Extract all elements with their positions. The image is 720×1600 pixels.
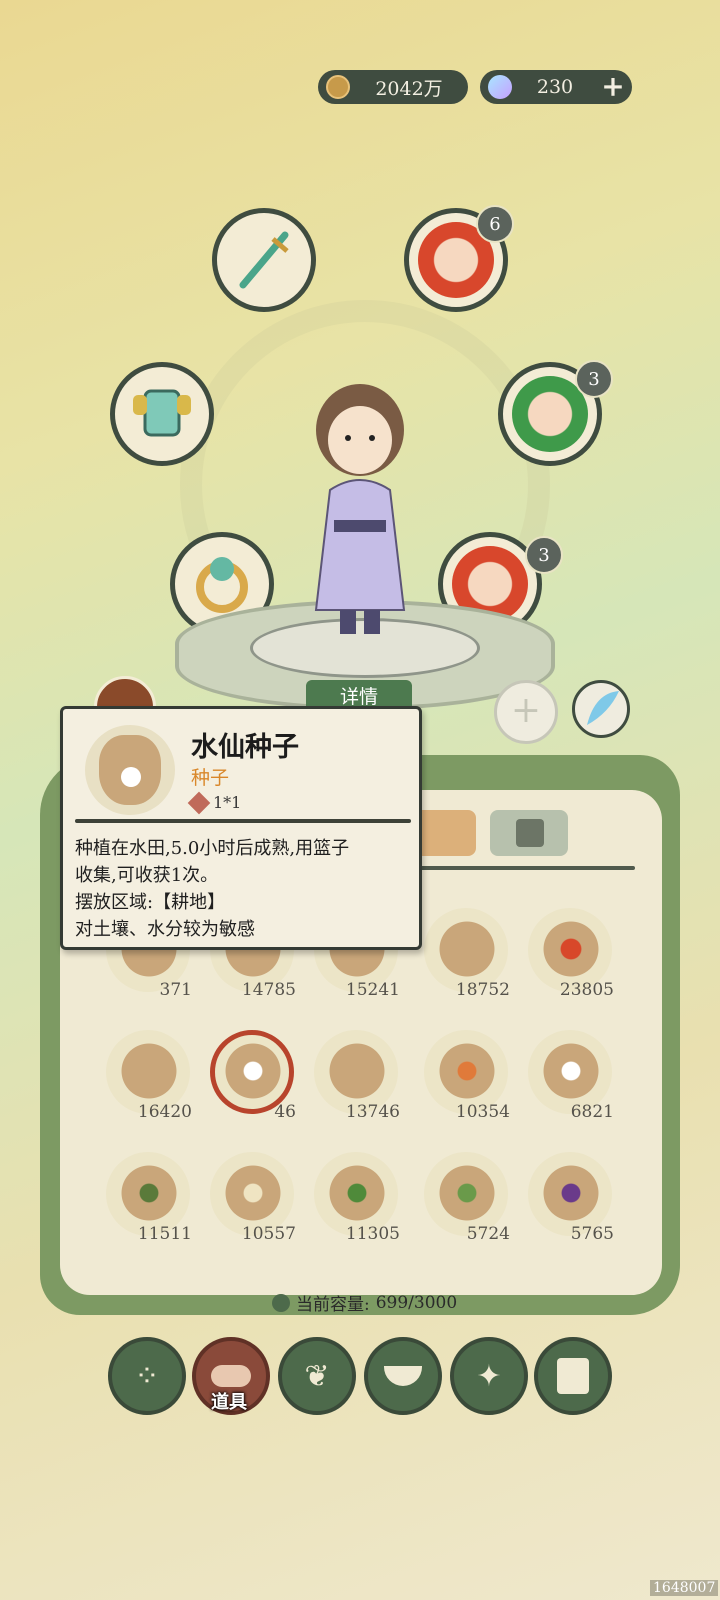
nav-shape-button[interactable]: ✦ <box>450 1337 528 1415</box>
narcissus-seed-large-icon <box>85 725 175 815</box>
item-count: 10354 <box>455 1102 510 1122</box>
eggplant-seed-icon <box>536 1158 606 1228</box>
leaf-icon: ❦ <box>304 1358 330 1394</box>
tooltip-description: 种植在水田,5.0小时后成熟,用篮子 收集,可收获1次。 摆放区域:【耕地】 对… <box>75 835 420 943</box>
capacity-label: 当前容量: <box>296 1295 370 1315</box>
inventory-item[interactable]: 18752 <box>414 900 510 1000</box>
inventory-item-selected[interactable]: 46 <box>200 1022 296 1122</box>
capacity-icon <box>272 1293 290 1312</box>
item-count: 14785 <box>241 980 296 1000</box>
item-count: 371 <box>159 980 192 1000</box>
sword-icon <box>239 231 289 289</box>
inventory-item[interactable]: 10557 <box>200 1144 296 1244</box>
carrot-seed-icon <box>432 1036 502 1106</box>
player-character[interactable] <box>300 380 420 640</box>
tooltip-size: 1*1 <box>213 793 242 812</box>
gem-pill[interactable]: 230 + <box>480 70 632 104</box>
weapon-slot[interactable] <box>212 208 316 312</box>
desc-line: 摆放区域:【耕地】 <box>75 892 226 913</box>
onion-seed-icon <box>322 1036 392 1106</box>
item-count: 46 <box>274 1102 296 1122</box>
gem-icon <box>488 75 512 99</box>
item-count: 13746 <box>345 1102 400 1122</box>
item-count: 18752 <box>455 980 510 1000</box>
grain-seed-icon <box>218 1158 288 1228</box>
inventory-item[interactable]: 16420 <box>96 1022 192 1122</box>
item-count: 16420 <box>137 1102 192 1122</box>
add-gem-button[interactable]: + <box>598 72 628 102</box>
gem-amount: 230 <box>536 76 574 98</box>
nav-scroll-button[interactable] <box>534 1337 612 1415</box>
feather-button[interactable] <box>572 680 630 738</box>
companion-2-badge: 3 <box>575 360 613 398</box>
item-count: 11511 <box>137 1224 192 1244</box>
inventory-item[interactable]: 6821 <box>518 1022 614 1122</box>
tooltip-title: 水仙种子 <box>191 732 299 763</box>
desc-line: 种植在水田,5.0小时后成熟,用篮子 <box>75 838 350 859</box>
tooltip-divider <box>75 819 411 823</box>
cauliflower-seed-icon <box>536 1036 606 1106</box>
herb-seed-icon <box>114 1158 184 1228</box>
capacity-value: 699/3000 <box>375 1292 458 1313</box>
scroll-icon <box>557 1358 589 1394</box>
item-count: 10557 <box>241 1224 296 1244</box>
inventory-item[interactable]: 13746 <box>304 1022 400 1122</box>
item-tooltip: 水仙种子 种子 1*1 种植在水田,5.0小时后成熟,用篮子 收集,可收获1次。… <box>60 706 422 950</box>
mushroom-seed-icon <box>432 914 502 984</box>
item-count: 5724 <box>466 1224 510 1244</box>
companion-3-badge: 3 <box>525 536 563 574</box>
desc-line: 收集,可收获1次。 <box>75 865 219 886</box>
armor-slot[interactable] <box>110 362 214 466</box>
inventory-item[interactable]: 11305 <box>304 1144 400 1244</box>
leaf-seed-icon <box>322 1158 392 1228</box>
armor-icon <box>133 389 191 437</box>
inventory-item[interactable]: 11511 <box>96 1144 192 1244</box>
inventory-item[interactable]: 23805 <box>518 900 614 1000</box>
nav-items-label: 道具 <box>211 1392 247 1413</box>
capacity-display: 当前容量: 699/3000 <box>272 1290 457 1315</box>
seed-bag-icon <box>114 1036 184 1106</box>
grid-icon: ⁘ <box>134 1358 160 1394</box>
sprout-seed-icon <box>432 1158 502 1228</box>
watermark: 1648007 <box>650 1580 719 1596</box>
tomato-seed-icon <box>536 914 606 984</box>
item-count: 6821 <box>570 1102 614 1122</box>
inventory-item[interactable]: 5765 <box>518 1144 614 1244</box>
companion-1-badge: 6 <box>476 205 514 243</box>
add-slot-button[interactable]: + <box>494 680 558 744</box>
inventory-item[interactable]: 10354 <box>414 1022 510 1122</box>
size-icon <box>187 791 211 815</box>
item-count: 15241 <box>345 980 400 1000</box>
inventory-item[interactable]: 5724 <box>414 1144 510 1244</box>
nav-grid-button[interactable]: ⁘ <box>108 1337 186 1415</box>
stone-icon: ✦ <box>476 1358 502 1394</box>
desc-line: 对土壤、水分较为敏感 <box>75 919 255 940</box>
item-count: 5765 <box>570 1224 614 1244</box>
narcissus-seed-icon <box>218 1036 288 1106</box>
coin-amount: 2042万 <box>375 77 443 100</box>
item-count: 23805 <box>559 980 614 1000</box>
feather-icon <box>587 691 619 725</box>
scroll-tab-icon <box>516 819 544 847</box>
item-count: 11305 <box>345 1224 400 1244</box>
coin-pill[interactable]: 2042万 <box>318 70 468 104</box>
tab-scroll[interactable] <box>490 810 568 856</box>
coin-icon <box>326 75 350 99</box>
tooltip-type: 种子 <box>191 767 230 789</box>
bowl-icon <box>384 1366 422 1386</box>
nav-food-button[interactable] <box>364 1337 442 1415</box>
nav-plants-button[interactable]: ❦ <box>278 1337 356 1415</box>
log-icon <box>211 1365 251 1387</box>
